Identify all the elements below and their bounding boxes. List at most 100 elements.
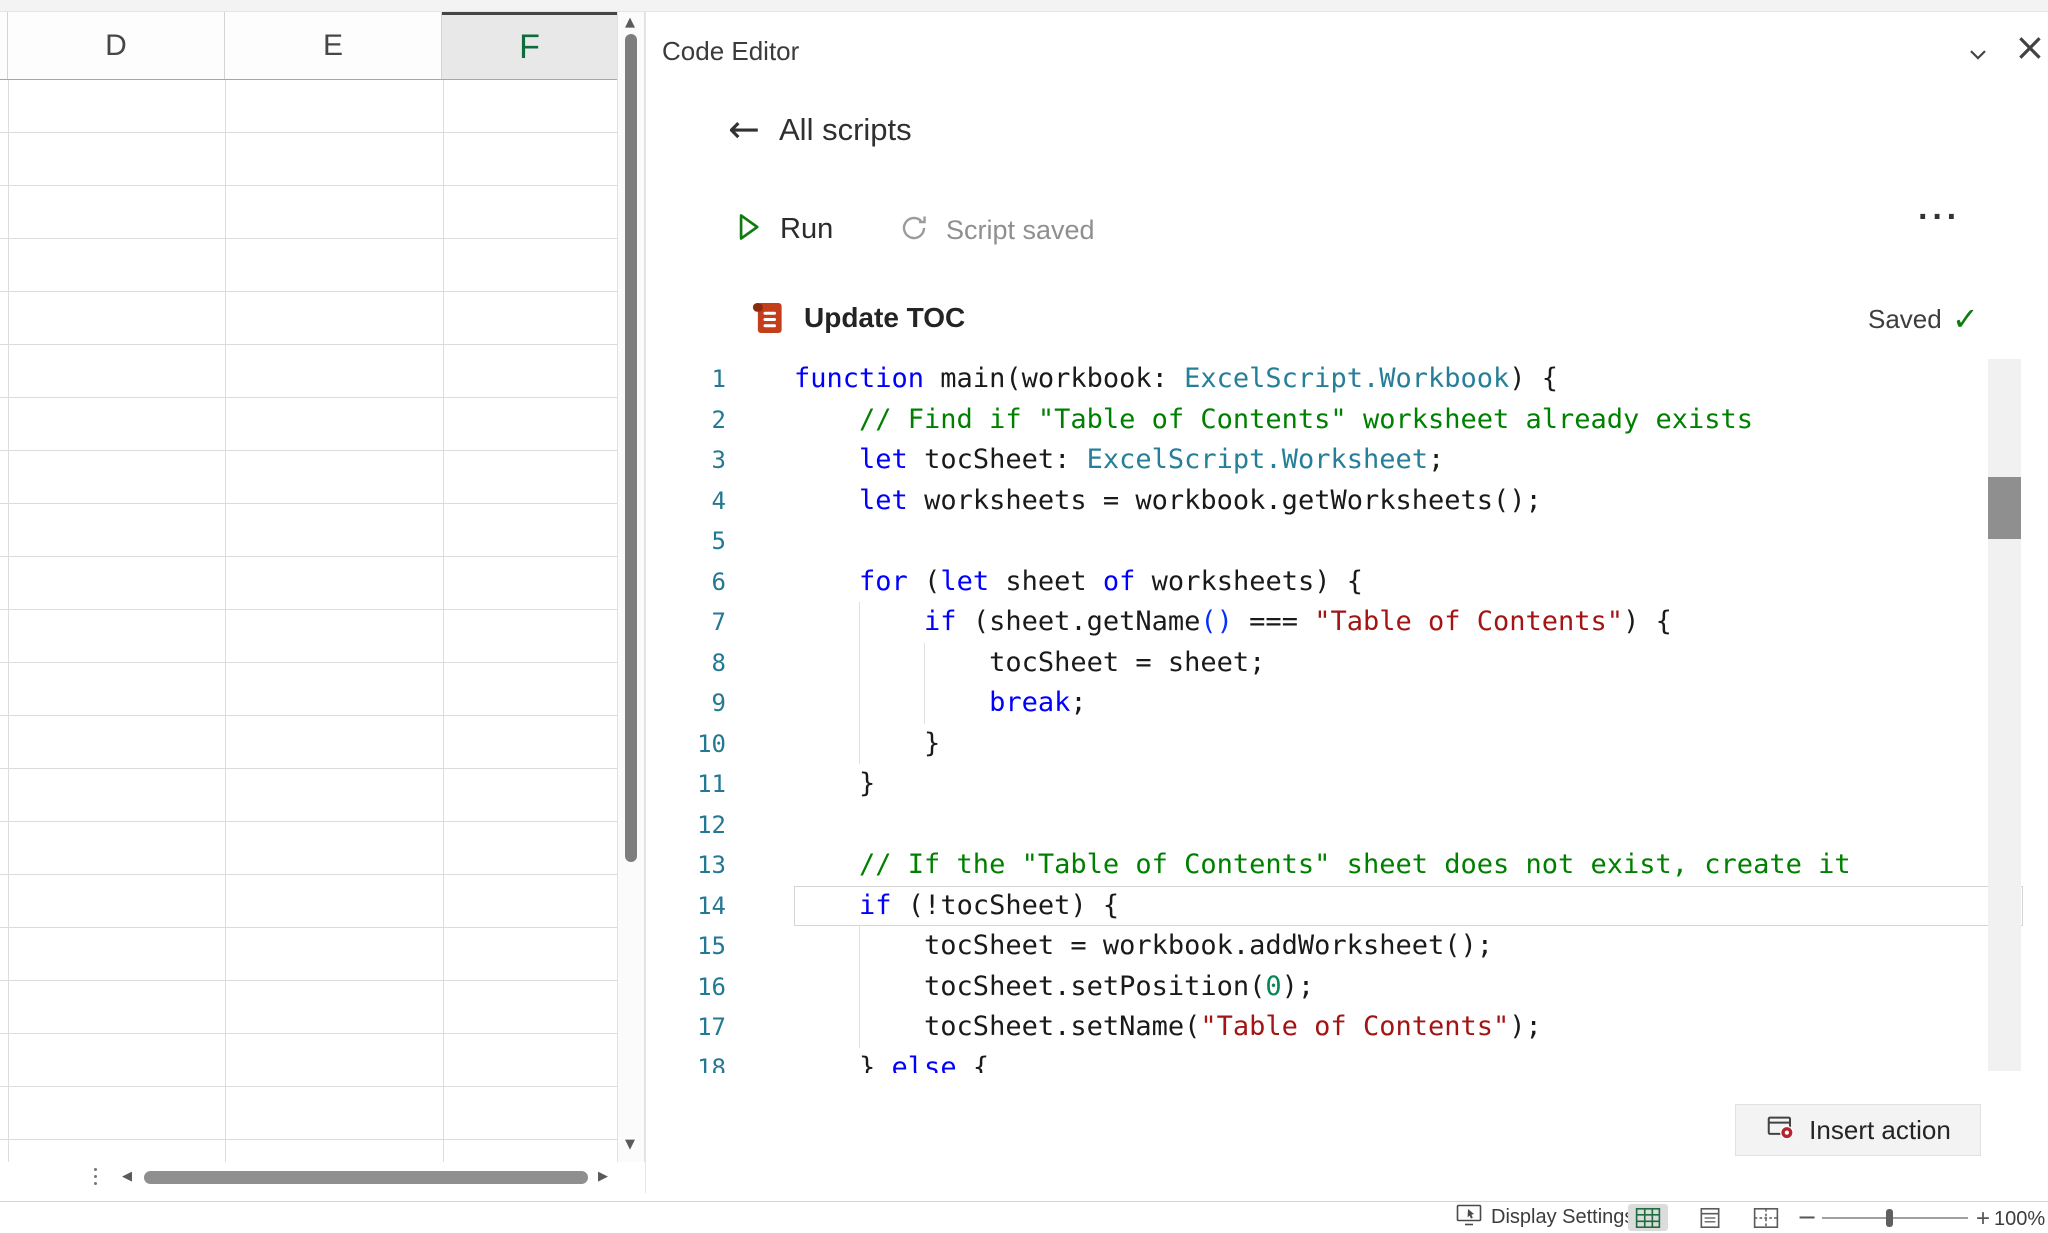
line-number: 8 <box>646 643 726 684</box>
code-text: } <box>794 724 2023 765</box>
code-line-15[interactable]: 15 tocSheet = workbook.addWorksheet(); <box>646 926 2048 967</box>
code-text: function main(workbook: ExcelScript.Work… <box>794 359 2023 400</box>
horizontal-scroll-thumb[interactable] <box>144 1171 588 1184</box>
script-saved-status: Script saved <box>898 212 1095 249</box>
code-editor-panel: Code Editor × ← All scripts Run Script s… <box>645 12 2048 1193</box>
code-line-3[interactable]: 3 let tocSheet: ExcelScript.Worksheet; <box>646 440 2048 481</box>
line-number: 4 <box>646 481 726 522</box>
scroll-left-icon[interactable]: ◀ <box>122 1162 132 1192</box>
code-line-9[interactable]: 9 break; <box>646 683 2048 724</box>
all-scripts-link[interactable]: All scripts <box>779 112 912 148</box>
display-settings-button[interactable]: Display Settings <box>1456 1202 1634 1233</box>
chevron-down-icon[interactable] <box>1964 40 1992 68</box>
script-saved-label: Script saved <box>946 215 1095 246</box>
zoom-level[interactable]: 100% <box>1994 1208 2040 1231</box>
close-icon[interactable]: × <box>2014 28 2046 66</box>
code-line-18[interactable]: 18 } else { <box>646 1048 2048 1074</box>
code-text: tocSheet = workbook.addWorksheet(); <box>794 926 2023 967</box>
column-header-f[interactable]: F <box>442 12 617 79</box>
code-scroll-thumb[interactable] <box>1988 477 2021 539</box>
more-options-button[interactable]: ··· <box>1918 198 1961 237</box>
line-number: 12 <box>646 805 726 846</box>
code-text: let tocSheet: ExcelScript.Worksheet; <box>794 440 2023 481</box>
line-number: 1 <box>646 359 726 400</box>
saved-label: Saved <box>1868 304 1942 335</box>
grid-line-vertical <box>8 80 9 1162</box>
page-break-view-button[interactable] <box>1746 1204 1786 1231</box>
page-layout-view-button[interactable] <box>1690 1204 1730 1231</box>
line-number: 11 <box>646 764 726 805</box>
line-number: 17 <box>646 1007 726 1048</box>
code-text: tocSheet.setPosition(0); <box>794 967 2023 1008</box>
scroll-down-icon[interactable]: ▼ <box>625 1130 635 1160</box>
line-number: 14 <box>646 886 726 927</box>
grid-line-vertical <box>225 80 226 1162</box>
check-icon: ✓ <box>1952 300 1979 338</box>
line-number: 3 <box>646 440 726 481</box>
run-button[interactable]: Run <box>734 212 833 247</box>
code-line-4[interactable]: 4 let worksheets = workbook.getWorksheet… <box>646 481 2048 522</box>
window-top-strip <box>0 0 2048 12</box>
code-text: // If the "Table of Contents" sheet does… <box>794 845 2023 886</box>
grid-line-vertical <box>443 80 444 1162</box>
code-line-2[interactable]: 2 // Find if "Table of Contents" workshe… <box>646 400 2048 441</box>
line-number: 9 <box>646 683 726 724</box>
vertical-scroll-thumb[interactable] <box>625 34 637 862</box>
code-line-1[interactable]: 1 function main(workbook: ExcelScript.Wor… <box>646 359 2048 400</box>
line-number: 15 <box>646 926 726 967</box>
code-text: } <box>794 764 2023 805</box>
run-label: Run <box>780 213 833 246</box>
insert-action-button[interactable]: Insert action <box>1735 1104 1981 1156</box>
line-number: 2 <box>646 400 726 441</box>
script-name: Update TOC <box>804 302 965 334</box>
zoom-out-button[interactable]: − <box>1797 1203 1817 1231</box>
scrollbar-grip[interactable] <box>94 1168 97 1185</box>
insert-action-label: Insert action <box>1809 1115 1951 1146</box>
normal-view-button[interactable] <box>1628 1204 1668 1231</box>
code-line-8[interactable]: 8 tocSheet = sheet; <box>646 643 2048 684</box>
code-line-11[interactable]: 11 } <box>646 764 2048 805</box>
code-text: tocSheet.setName("Table of Contents"); <box>794 1007 2023 1048</box>
code-text: break; <box>794 683 2023 724</box>
code-line-10[interactable]: 10 } <box>646 724 2048 765</box>
back-icon[interactable]: ← <box>728 110 760 148</box>
code-text: tocSheet = sheet; <box>794 643 2023 684</box>
code-text <box>794 521 2023 562</box>
status-bar: Display Settings <box>0 1201 2048 1233</box>
zoom-slider-thumb[interactable] <box>1886 1209 1893 1227</box>
line-number: 10 <box>646 724 726 765</box>
vertical-scrollbar[interactable]: ▲ ▼ <box>617 12 645 1162</box>
insert-action-icon <box>1765 1112 1795 1149</box>
zoom-in-button[interactable]: + <box>1976 1205 1990 1233</box>
code-text: if (!tocSheet) { <box>794 886 2023 927</box>
zoom-slider[interactable] <box>1822 1217 1968 1219</box>
code-line-13[interactable]: 13 // If the "Table of Contents" sheet d… <box>646 845 2048 886</box>
code-line-12[interactable]: 12 <box>646 805 2048 846</box>
play-icon <box>734 212 762 247</box>
code-line-16[interactable]: 16 tocSheet.setPosition(0); <box>646 967 2048 1008</box>
horizontal-scrollbar[interactable]: ◀ ▶ <box>0 1162 617 1192</box>
code-scrollbar[interactable] <box>1988 359 2021 1071</box>
sheet-grid[interactable] <box>0 80 617 1162</box>
code-line-14[interactable]: 14 if (!tocSheet) { <box>646 886 2048 927</box>
line-number: 5 <box>646 521 726 562</box>
code-editor[interactable]: 1 function main(workbook: ExcelScript.Wor… <box>646 359 2048 1073</box>
code-line-6[interactable]: 6 for (let sheet of worksheets) { <box>646 562 2048 603</box>
display-settings-label: Display Settings <box>1491 1206 1634 1229</box>
column-header-d[interactable]: D <box>8 12 225 79</box>
code-line-7[interactable]: 7 if (sheet.getName() === "Table of Cont… <box>646 602 2048 643</box>
scroll-right-icon[interactable]: ▶ <box>598 1162 608 1192</box>
code-line-5[interactable]: 5 <box>646 521 2048 562</box>
line-number: 7 <box>646 602 726 643</box>
code-text: let worksheets = workbook.getWorksheets(… <box>794 481 2023 522</box>
column-header-e[interactable]: E <box>225 12 442 79</box>
code-text <box>794 805 2023 846</box>
display-settings-icon <box>1456 1204 1482 1231</box>
column-headers: DEF <box>0 12 617 80</box>
line-number: 6 <box>646 562 726 603</box>
code-text: if (sheet.getName() === "Table of Conten… <box>794 602 2023 643</box>
code-text: } else { <box>794 1048 2023 1074</box>
spreadsheet: DEF ◀ ▶ <box>0 12 617 1201</box>
code-line-17[interactable]: 17 tocSheet.setName("Table of Contents")… <box>646 1007 2048 1048</box>
script-icon <box>746 298 786 343</box>
